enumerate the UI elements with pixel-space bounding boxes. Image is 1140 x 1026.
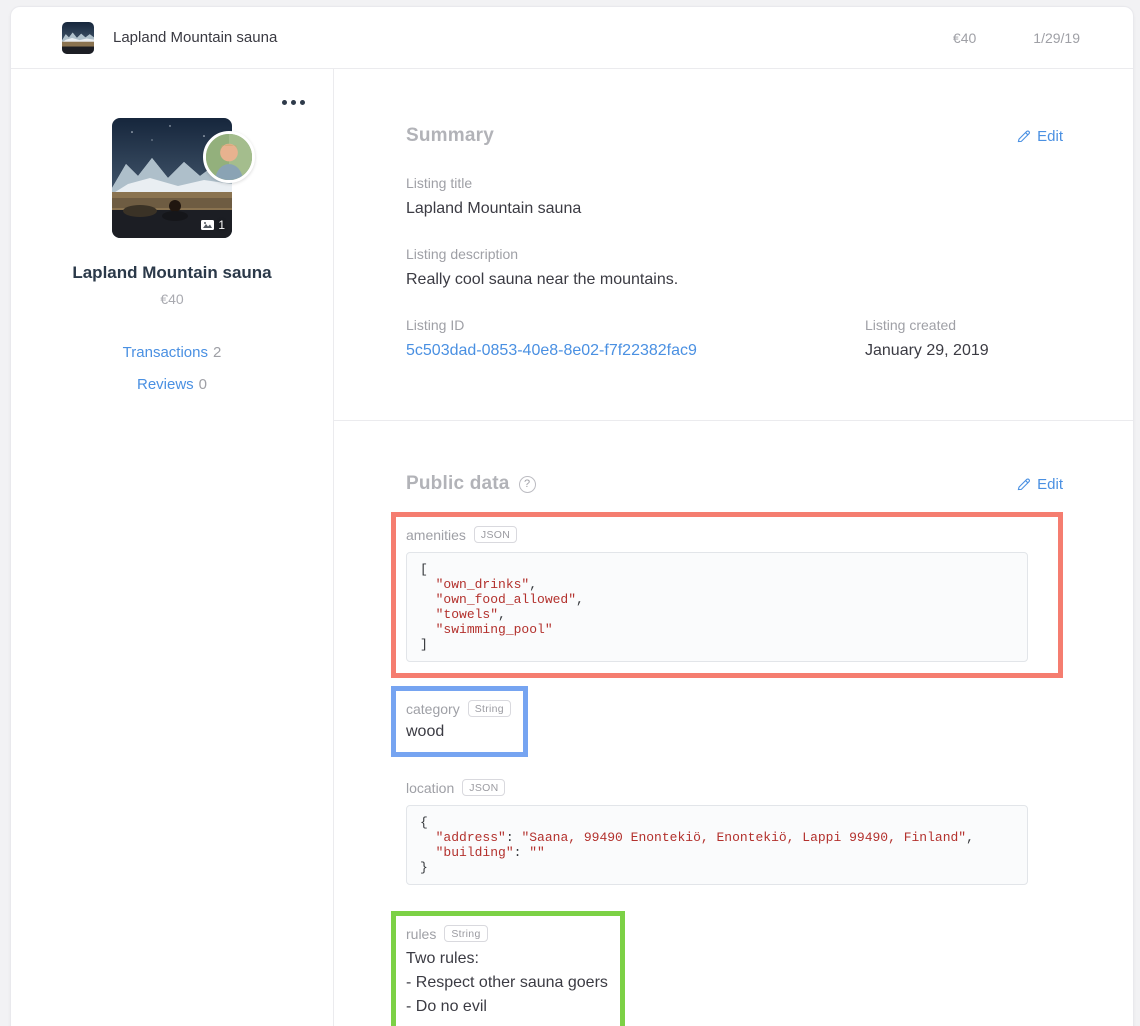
mountain-photo-icon [62,22,94,54]
listing-created-value: January 29, 2019 [865,341,1063,360]
category-type-badge: String [468,700,511,717]
image-icon [201,220,214,231]
amenities-code-block: [ "own_drinks", "own_food_allowed", "tow… [406,552,1028,662]
ellipsis-icon [282,100,287,105]
summary-section: Summary Edit Listing title Lapland Mount… [334,69,1133,421]
public-data-section: Public data ? Edit amenities JSON [334,421,1133,1026]
public-data-edit-label: Edit [1037,476,1063,493]
photo-count-badge: 1 [201,218,225,232]
transactions-row: Transactions 2 [11,344,333,361]
app-card: Lapland Mountain sauna €40 1/29/19 [10,6,1134,1026]
listing-thumbnail-image [62,22,94,54]
listing-description-value: Really cool sauna near the mountains. [406,270,1063,289]
transactions-link[interactable]: Transactions [123,344,208,361]
help-icon[interactable]: ? [519,476,536,493]
listing-title-value: Lapland Mountain sauna [406,199,1063,218]
transactions-count: 2 [213,344,221,361]
listing-created-field: Listing created January 29, 2019 [865,317,1063,360]
topbar: Lapland Mountain sauna €40 1/29/19 [11,7,1133,69]
location-code-block: { "address": "Saana, 99490 Enontekiö, En… [406,805,1028,885]
public-data-heading: Public data [406,473,510,495]
more-menu-button[interactable] [278,96,309,109]
category-value: wood [406,723,511,741]
listing-description-label: Listing description [406,246,1063,263]
sidebar-listing-title: Lapland Mountain sauna [11,263,333,283]
amenities-highlight-box: amenities JSON [ "own_drinks", "own_food… [391,512,1063,678]
pencil-icon [1016,129,1031,144]
reviews-row: Reviews 0 [11,376,333,393]
location-label: location [406,780,454,796]
amenities-label: amenities [406,527,466,543]
listing-description-field: Listing description Really cool sauna ne… [406,246,1063,289]
reviews-count: 0 [199,376,207,393]
topbar-price: €40 [953,30,976,46]
topbar-date: 1/29/19 [1033,30,1080,46]
location-field: location JSON { "address": "Saana, 99490… [406,779,1063,885]
listing-id-field: Listing ID 5c503dad-0853-40e8-8e02-f7f22… [406,317,865,360]
rules-highlight-box: rules String Two rules:- Respect other s… [391,911,625,1026]
listing-detail-main: Summary Edit Listing title Lapland Mount… [334,69,1133,1026]
location-type-badge: JSON [462,779,505,796]
avatar-image [206,134,252,180]
listing-title-label: Listing title [406,175,1063,192]
rules-value: Two rules:- Respect other sauna goers- D… [406,947,608,1019]
summary-heading: Summary [406,125,494,147]
listing-created-label: Listing created [865,317,1063,334]
listing-id-link[interactable]: 5c503dad-0853-40e8-8e02-f7f22382fac9 [406,342,697,359]
category-label: category [406,701,460,717]
photo-count: 1 [218,218,225,232]
public-data-edit-button[interactable]: Edit [1016,476,1063,493]
amenities-type-badge: JSON [474,526,517,543]
summary-edit-label: Edit [1037,128,1063,145]
sidebar-listing-price: €40 [11,291,333,307]
rules-type-badge: String [444,925,487,942]
summary-edit-button[interactable]: Edit [1016,128,1063,145]
listing-sidebar: 1 Lapland Mountain sauna €40 [11,69,334,1026]
author-avatar[interactable] [203,131,255,183]
topbar-listing-title: Lapland Mountain sauna [113,29,277,46]
reviews-link[interactable]: Reviews [137,376,194,393]
listing-title-field: Listing title Lapland Mountain sauna [406,175,1063,218]
category-highlight-box: category String wood [391,686,528,757]
rules-label: rules [406,926,436,942]
pencil-icon [1016,477,1031,492]
listing-id-label: Listing ID [406,317,865,334]
